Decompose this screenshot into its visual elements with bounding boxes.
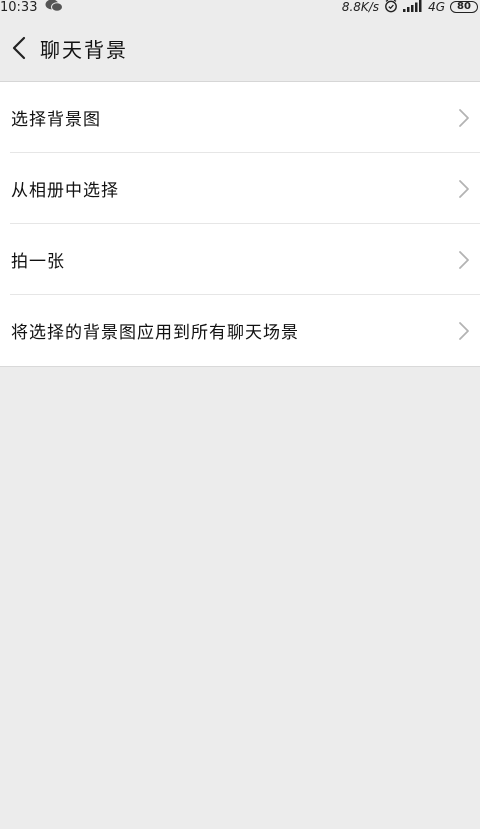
chevron-right-icon — [458, 108, 470, 128]
network-speed: 8.8K/s — [341, 0, 380, 14]
wechat-icon — [45, 0, 64, 16]
status-bar: 10:33 8.8K/s 4G 80 — [0, 0, 480, 20]
status-time: 10:33 — [0, 0, 38, 15]
list-item-label: 将选择的背景图应用到所有聊天场景 — [11, 323, 299, 343]
list-item-label: 选择背景图 — [11, 110, 101, 130]
battery-icon: 80 — [450, 1, 478, 13]
list-item-select-background[interactable]: 选择背景图 — [0, 82, 480, 153]
page-title: 聊天背景 — [40, 38, 128, 62]
back-button[interactable] — [4, 30, 34, 70]
back-arrow-icon — [12, 36, 26, 64]
navigation-header: 聊天背景 — [0, 20, 480, 82]
network-type: 4G — [428, 0, 445, 14]
signal-bars-icon — [403, 0, 423, 15]
list-item-apply-to-all-chats[interactable]: 将选择的背景图应用到所有聊天场景 — [0, 295, 480, 366]
list-item-choose-from-album[interactable]: 从相册中选择 — [0, 153, 480, 224]
battery-level: 80 — [457, 1, 471, 12]
settings-list: 选择背景图 从相册中选择 拍一张 将选择的背景图应用到所有聊天场景 — [0, 82, 480, 367]
list-item-label: 拍一张 — [11, 252, 65, 272]
alarm-clock-icon — [384, 0, 398, 16]
chevron-right-icon — [458, 250, 470, 270]
chevron-right-icon — [458, 179, 470, 199]
list-item-take-photo[interactable]: 拍一张 — [0, 224, 480, 295]
chevron-right-icon — [458, 321, 470, 341]
status-right: 8.8K/s 4G 80 — [342, 0, 478, 14]
list-item-label: 从相册中选择 — [11, 181, 119, 201]
status-left: 10:33 — [0, 0, 64, 16]
